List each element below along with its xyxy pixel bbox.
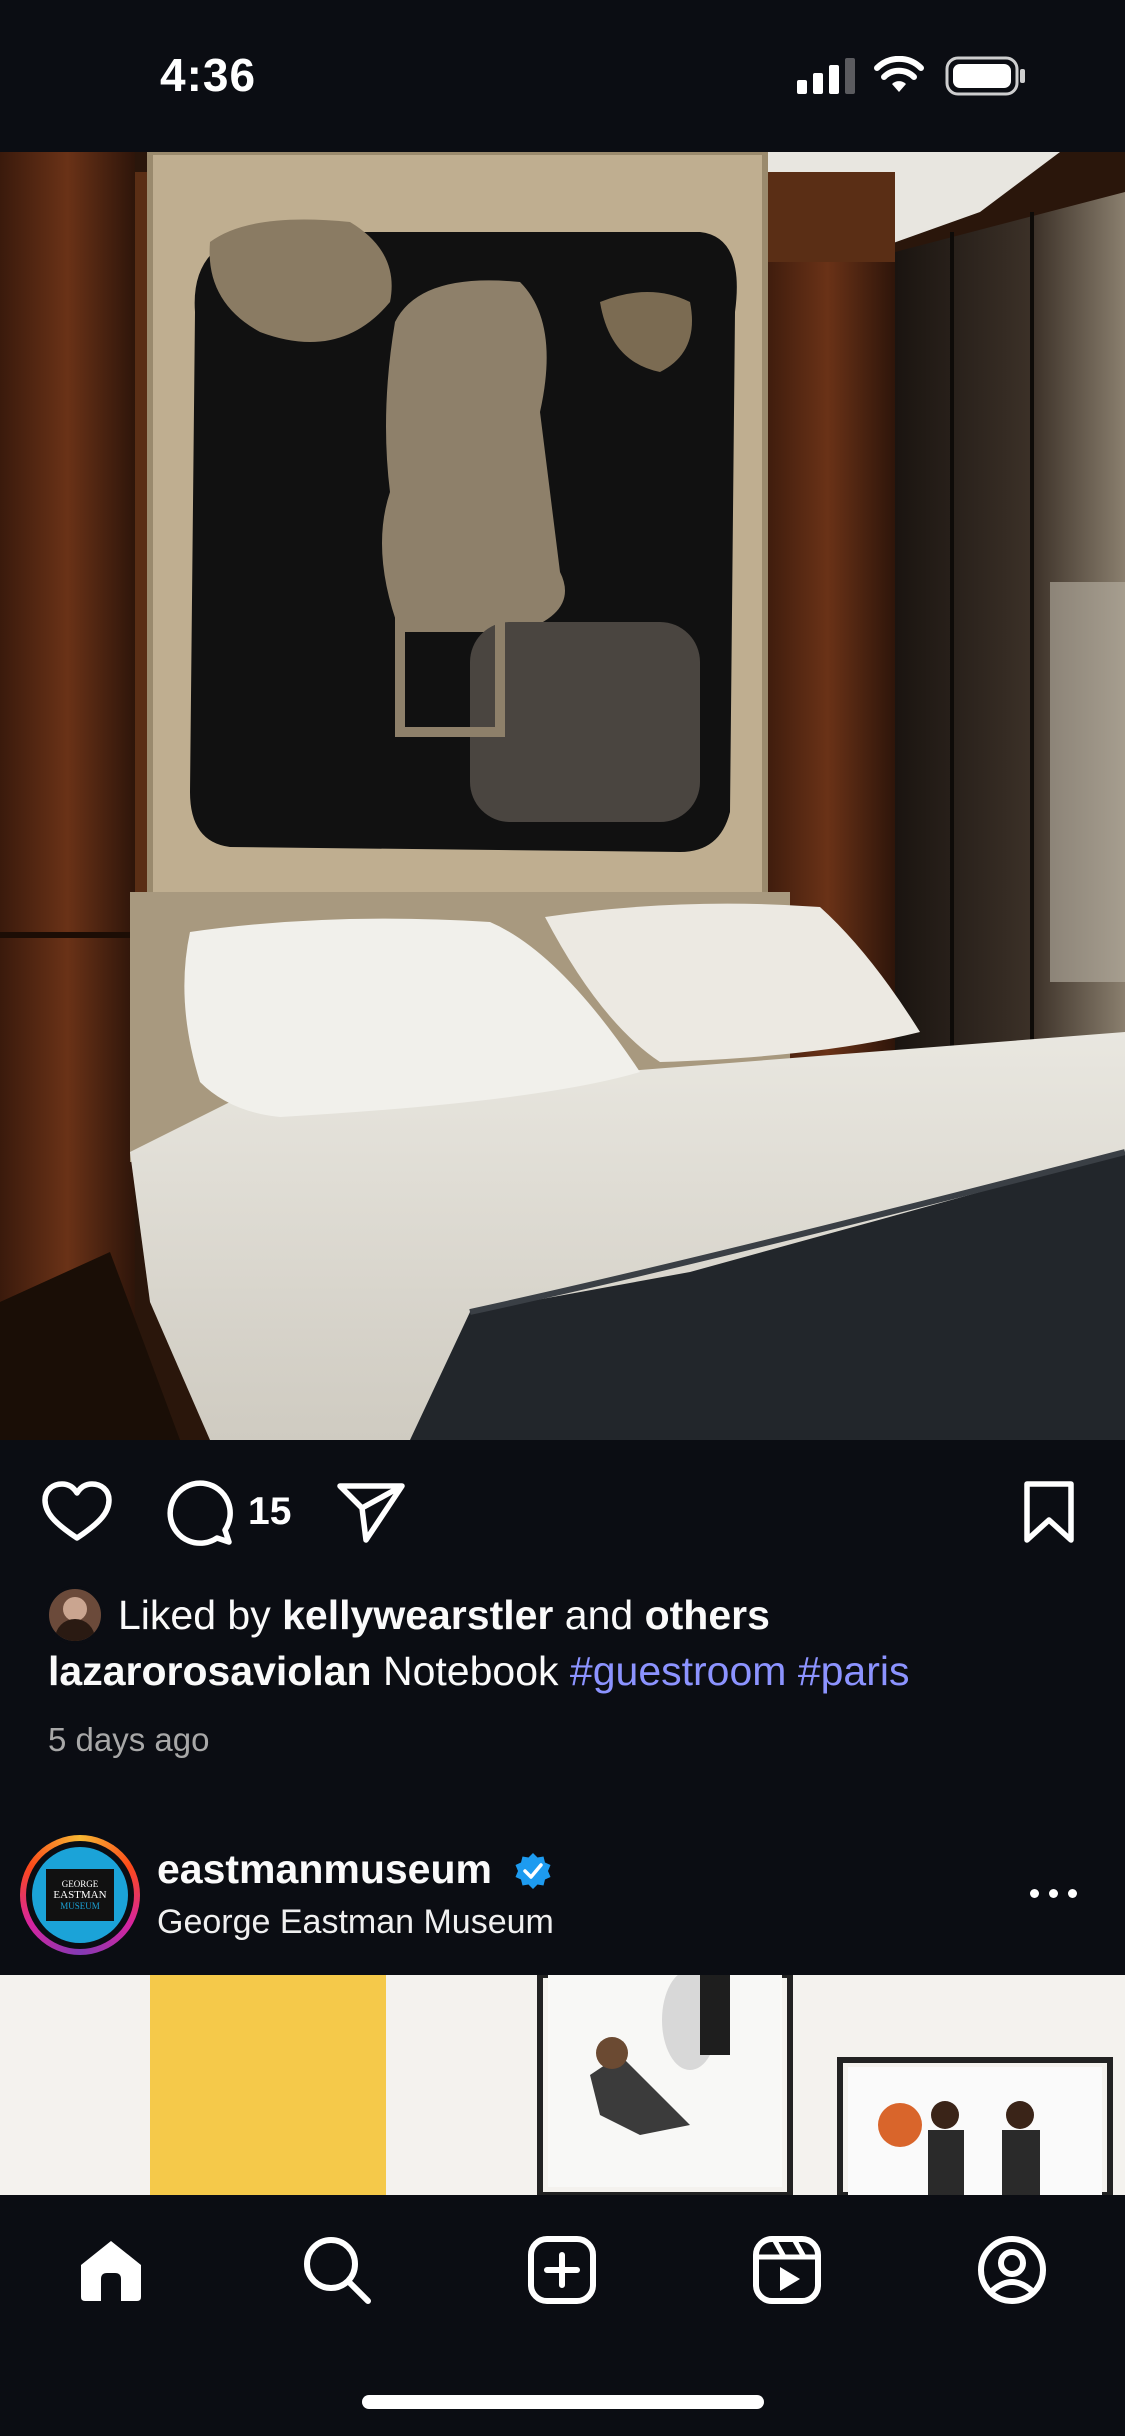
next-post-subtitle[interactable]: George Eastman Museum xyxy=(157,1903,554,1942)
next-post-image[interactable] xyxy=(0,1975,1125,2195)
next-post-avatar[interactable]: GEORGE EASTMAN MUSEUM xyxy=(20,1835,140,1955)
likes-prefix: Liked by xyxy=(118,1591,271,1638)
hashtag-paris[interactable]: #paris xyxy=(798,1648,910,1694)
avatar-text-line: EASTMAN xyxy=(53,1888,107,1901)
home-indicator[interactable] xyxy=(362,2395,764,2409)
share-button[interactable] xyxy=(332,1476,410,1548)
caption-username[interactable]: lazarorosaviolan xyxy=(48,1648,372,1694)
status-time: 4:36 xyxy=(160,49,257,101)
create-post-icon[interactable] xyxy=(527,2235,597,2305)
likes-summary[interactable]: Liked by kellywearstler and others xyxy=(46,1586,770,1644)
like-button[interactable] xyxy=(38,1476,116,1548)
heart-icon xyxy=(42,1481,112,1541)
status-bar: 4:36 xyxy=(0,0,1125,152)
gallery-photo xyxy=(0,1975,1125,2195)
post-image[interactable] xyxy=(0,152,1125,1440)
paper-plane-icon xyxy=(337,1483,405,1543)
more-options-icon xyxy=(1030,1888,1077,1898)
comment-button[interactable] xyxy=(162,1476,240,1548)
home-icon[interactable] xyxy=(77,2237,145,2303)
bedroom-photo xyxy=(0,152,1125,1440)
liked-by-username[interactable]: kellywearstler xyxy=(282,1592,553,1639)
comment-count[interactable]: 15 xyxy=(248,1490,291,1534)
wifi-icon xyxy=(874,56,924,92)
post-timestamp: 5 days ago xyxy=(48,1721,210,1758)
verified-badge-icon xyxy=(515,1853,551,1889)
hashtag-guestroom[interactable]: #guestroom xyxy=(570,1648,787,1694)
liked-by-others[interactable]: others xyxy=(645,1592,770,1639)
more-options-button[interactable] xyxy=(1030,1878,1090,1908)
battery-icon xyxy=(945,56,1025,96)
next-post-username[interactable]: eastmanmuseum xyxy=(157,1846,492,1893)
avatar-text-line: MUSEUM xyxy=(60,1900,100,1911)
search-icon[interactable] xyxy=(302,2235,372,2305)
cellular-signal-icon xyxy=(797,58,855,94)
caption-text: Notebook xyxy=(382,1648,559,1694)
liker-avatar[interactable] xyxy=(46,1586,104,1644)
save-button[interactable] xyxy=(1010,1476,1088,1548)
comment-icon xyxy=(167,1480,233,1546)
avatar-text-line: GEORGE xyxy=(61,1878,99,1889)
post-caption: lazarorosaviolan Notebook #guestroom #pa… xyxy=(48,1648,910,1695)
profile-icon[interactable] xyxy=(977,2235,1047,2305)
likes-connector: and xyxy=(564,1591,634,1638)
bookmark-icon xyxy=(1024,1481,1074,1543)
reels-icon[interactable] xyxy=(752,2235,822,2305)
